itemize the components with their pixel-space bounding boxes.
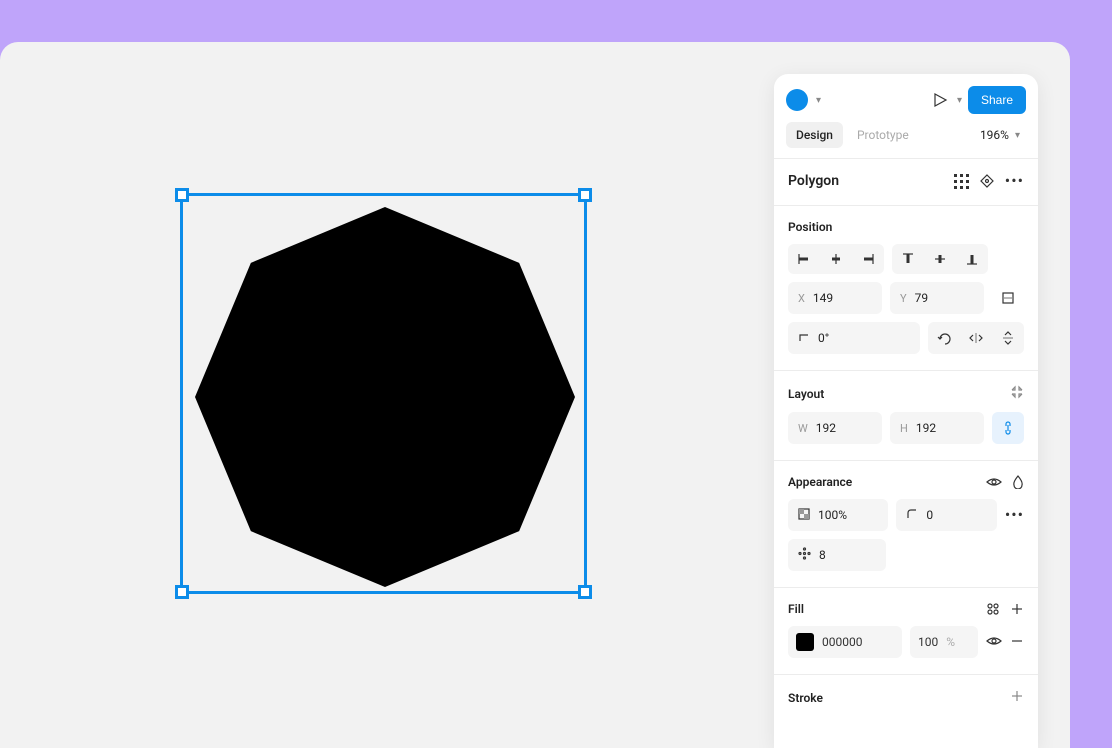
y-position-field[interactable]: Y 79 bbox=[890, 282, 984, 314]
appearance-more-icon[interactable]: ••• bbox=[1005, 507, 1024, 523]
position-title: Position bbox=[788, 220, 832, 234]
y-value: 79 bbox=[915, 291, 929, 305]
align-top-button[interactable] bbox=[892, 244, 924, 274]
add-fill-icon[interactable] bbox=[1010, 602, 1024, 616]
flip-vertical-button[interactable] bbox=[992, 322, 1024, 354]
variant-diamond-icon[interactable] bbox=[979, 173, 995, 189]
more-options-icon[interactable]: ••• bbox=[1005, 173, 1024, 189]
tab-prototype[interactable]: Prototype bbox=[847, 122, 919, 148]
h-label: H bbox=[900, 422, 908, 435]
section-fill: Fill 000000 100 % bbox=[774, 587, 1038, 674]
layer-name[interactable]: Polygon bbox=[788, 173, 839, 189]
section-position: Position X 149 bbox=[774, 205, 1038, 370]
fill-opacity-field[interactable]: 100 % bbox=[910, 626, 978, 658]
h-value: 192 bbox=[916, 421, 936, 435]
fill-color-field[interactable]: 000000 bbox=[788, 626, 902, 658]
align-bottom-button[interactable] bbox=[956, 244, 988, 274]
align-center-h-button[interactable] bbox=[820, 244, 852, 274]
y-label: Y bbox=[900, 292, 907, 305]
x-value: 149 bbox=[813, 291, 833, 305]
section-stroke: Stroke bbox=[774, 674, 1038, 722]
rotation-icon bbox=[798, 331, 810, 346]
component-grid-icon[interactable] bbox=[954, 174, 969, 189]
align-horizontal-group bbox=[788, 244, 884, 274]
layout-title: Layout bbox=[788, 387, 824, 401]
section-appearance: Appearance 100% 0 ••• bbox=[774, 460, 1038, 587]
align-center-v-button[interactable] bbox=[924, 244, 956, 274]
x-label: X bbox=[798, 292, 805, 305]
align-right-button[interactable] bbox=[852, 244, 884, 274]
flip-horizontal-button[interactable] bbox=[960, 322, 992, 354]
tab-design[interactable]: Design bbox=[786, 122, 843, 148]
zoom-value: 196% bbox=[980, 128, 1009, 142]
present-button[interactable] bbox=[931, 91, 949, 109]
w-value: 192 bbox=[816, 421, 836, 435]
w-label: W bbox=[798, 422, 808, 435]
opacity-value: 100% bbox=[818, 508, 847, 522]
appearance-title: Appearance bbox=[788, 475, 852, 489]
height-field[interactable]: H 192 bbox=[890, 412, 984, 444]
rotation-value: 0° bbox=[818, 331, 829, 345]
corner-radius-icon bbox=[906, 508, 918, 523]
opacity-field[interactable]: 100% bbox=[788, 499, 888, 531]
selection-handle-top-left[interactable] bbox=[175, 188, 189, 202]
rotate-90-button[interactable] bbox=[928, 322, 960, 354]
panel-tabs: Design Prototype 196% ▾ bbox=[774, 122, 1038, 158]
polygon-sides-value: 8 bbox=[819, 548, 826, 562]
fill-visibility-icon[interactable] bbox=[986, 635, 1002, 650]
section-layer: Polygon ••• bbox=[774, 158, 1038, 205]
opacity-icon bbox=[798, 508, 810, 523]
x-position-field[interactable]: X 149 bbox=[788, 282, 882, 314]
app-frame: ▾ ▾ Share Design Prototype 196% ▾ Polygo… bbox=[0, 42, 1070, 748]
blend-drop-icon[interactable] bbox=[1012, 475, 1024, 489]
absolute-position-icon[interactable] bbox=[992, 282, 1024, 314]
corner-radius-value: 0 bbox=[926, 508, 933, 522]
selection-handle-bottom-right[interactable] bbox=[578, 585, 592, 599]
selection-handle-bottom-left[interactable] bbox=[175, 585, 189, 599]
panel-topbar: ▾ ▾ Share bbox=[774, 74, 1038, 122]
percent-symbol: % bbox=[946, 635, 955, 649]
avatar-menu-chevron-icon[interactable]: ▾ bbox=[816, 95, 821, 106]
user-avatar[interactable] bbox=[786, 89, 808, 111]
visibility-eye-icon[interactable] bbox=[986, 476, 1002, 488]
collapse-icon[interactable] bbox=[1010, 385, 1024, 402]
remove-fill-icon[interactable] bbox=[1010, 634, 1024, 651]
flip-group bbox=[928, 322, 1024, 354]
fill-hex-value: 000000 bbox=[822, 635, 862, 649]
present-menu-chevron-icon[interactable]: ▾ bbox=[957, 95, 962, 106]
fill-title: Fill bbox=[788, 602, 804, 616]
properties-panel: ▾ ▾ Share Design Prototype 196% ▾ Polygo… bbox=[774, 74, 1038, 748]
align-left-button[interactable] bbox=[788, 244, 820, 274]
zoom-dropdown[interactable]: 196% ▾ bbox=[974, 124, 1026, 146]
chevron-down-icon: ▾ bbox=[1015, 130, 1020, 141]
polygon-sides-icon bbox=[798, 547, 811, 563]
rotation-field[interactable]: 0° bbox=[788, 322, 920, 354]
corner-radius-field[interactable]: 0 bbox=[896, 499, 996, 531]
align-vertical-group bbox=[892, 244, 988, 274]
constrain-proportions-button[interactable] bbox=[992, 412, 1024, 444]
width-field[interactable]: W 192 bbox=[788, 412, 882, 444]
fill-opacity-value: 100 bbox=[918, 635, 938, 649]
polygon-sides-field[interactable]: 8 bbox=[788, 539, 886, 571]
selection-bounds[interactable] bbox=[180, 193, 587, 594]
add-stroke-icon[interactable] bbox=[1010, 689, 1024, 706]
section-layout: Layout W 192 H 192 bbox=[774, 370, 1038, 460]
fill-color-swatch[interactable] bbox=[796, 633, 814, 651]
style-library-icon[interactable] bbox=[986, 602, 1000, 616]
stroke-title: Stroke bbox=[788, 691, 823, 705]
selection-handle-top-right[interactable] bbox=[578, 188, 592, 202]
share-button[interactable]: Share bbox=[968, 86, 1026, 114]
